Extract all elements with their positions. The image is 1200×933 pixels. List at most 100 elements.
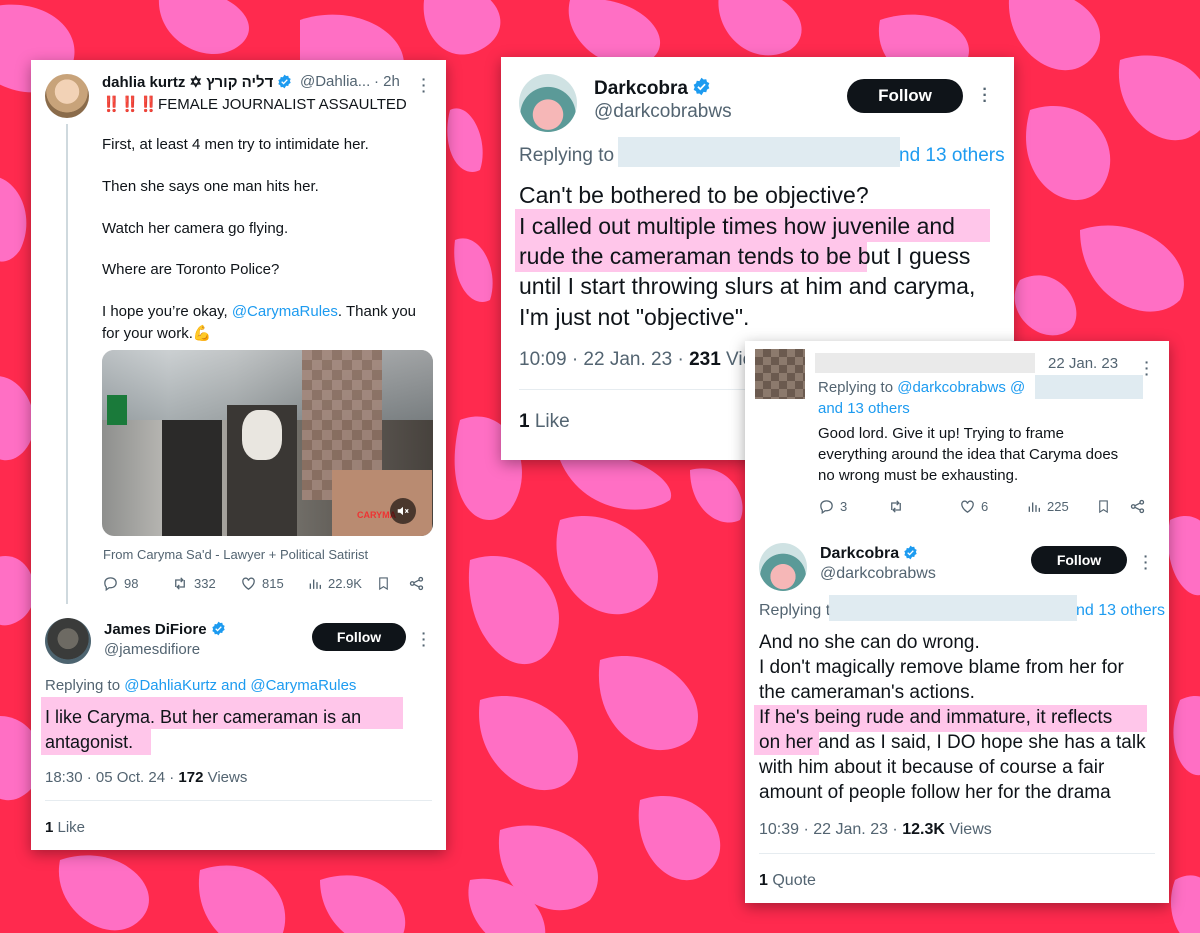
tweet-meta: 10:09 · 22 Jan. 23 · 231 Vie bbox=[519, 349, 754, 370]
analytics-icon bbox=[309, 579, 321, 589]
avatar-redacted[interactable] bbox=[755, 349, 805, 399]
avatar-darkcobra[interactable] bbox=[759, 543, 807, 591]
avatar-darkcobra[interactable] bbox=[519, 74, 577, 132]
more-options-icon[interactable]: · · · bbox=[1142, 355, 1152, 381]
author-name[interactable]: James DiFiore bbox=[104, 621, 226, 640]
replying-to-link[interactable]: nd 13 others bbox=[899, 145, 1005, 167]
reply-button[interactable]: 98 bbox=[102, 575, 138, 592]
replying-to: Replying to @darkcobrabws @ bbox=[818, 379, 1026, 396]
video-source[interactable]: From Caryma Sa'd - Lawyer + Political Sa… bbox=[103, 547, 368, 562]
author-name[interactable]: dahlia kurtz ✡ דליה קורץ bbox=[102, 73, 292, 93]
bookmark-icon bbox=[1099, 500, 1108, 514]
tweet-line: no wrong must be exhausting. bbox=[818, 467, 1019, 484]
thread-line bbox=[66, 124, 68, 604]
more-options-icon[interactable]: · · · bbox=[1141, 549, 1151, 575]
heart-icon bbox=[961, 500, 974, 513]
share-icon bbox=[409, 576, 424, 591]
tweet-line: I called out multiple times how juvenile… bbox=[519, 213, 955, 239]
repost-button[interactable]: 332 bbox=[171, 575, 216, 592]
avatar-dahlia[interactable] bbox=[45, 74, 89, 118]
tweet-line: First, at least 4 men try to intimidate … bbox=[102, 136, 369, 153]
analytics-icon bbox=[1028, 502, 1040, 512]
redacted-users bbox=[618, 137, 900, 167]
author-name[interactable]: Darkcobra bbox=[594, 77, 711, 102]
heart-icon bbox=[242, 577, 255, 590]
replying-to-link[interactable]: and 13 others bbox=[818, 400, 910, 417]
author-handle[interactable]: @Dahlia... bbox=[300, 73, 370, 90]
bookmark-button[interactable] bbox=[1096, 498, 1111, 515]
author-handle[interactable]: @darkcobrabws bbox=[594, 101, 732, 123]
divider bbox=[45, 800, 432, 801]
more-options-icon[interactable]: · · · bbox=[979, 82, 991, 110]
tweet-card-dahlia: dahlia kurtz ✡ דליה קורץ @Dahlia... · 2h… bbox=[31, 60, 446, 850]
likes-count[interactable]: 1 Like bbox=[519, 411, 570, 433]
mention-link[interactable]: @CarymaRules bbox=[232, 303, 338, 320]
tweet-line: amount of people follow her for the dram… bbox=[759, 782, 1111, 803]
divider bbox=[759, 853, 1155, 854]
video-thumbnail[interactable]: CARYMA bbox=[102, 350, 433, 536]
quotes-count[interactable]: 1 Quote bbox=[759, 872, 816, 890]
tweet-line: I'm just not "objective". bbox=[519, 304, 750, 330]
tweet-date[interactable]: 22 Jan. 23 bbox=[1048, 355, 1118, 372]
tweet-card-reply-thread: 22 Jan. 23 · · · Replying to @darkcobrabws… bbox=[745, 341, 1169, 903]
tweet-line: on her and as I said, I DO hope she has … bbox=[759, 732, 1146, 753]
replying-to: Replying t bbox=[759, 602, 831, 619]
more-options-icon[interactable]: · · · bbox=[419, 72, 429, 98]
reply-icon bbox=[820, 500, 833, 515]
bookmark-button[interactable] bbox=[376, 575, 391, 592]
views-button[interactable]: 225 bbox=[1026, 498, 1069, 515]
share-button[interactable] bbox=[408, 575, 425, 592]
tweet-line: for your work.💪 bbox=[102, 325, 212, 342]
verified-badge-icon bbox=[903, 545, 918, 565]
tweet-line: everything around the idea that Caryma d… bbox=[818, 446, 1119, 463]
reply-button[interactable]: 3 bbox=[818, 498, 847, 515]
likes-count[interactable]: 1 Like bbox=[45, 819, 85, 836]
redacted-users bbox=[829, 595, 1077, 621]
mute-icon[interactable] bbox=[390, 498, 416, 524]
tweet-meta: 18:30 · 05 Oct. 24 · 172 Views bbox=[45, 769, 248, 786]
like-button[interactable]: 6 bbox=[959, 498, 988, 515]
tweet-line: And no she can do wrong. bbox=[759, 632, 980, 653]
tweet-line: with him about it because of course a fa… bbox=[759, 757, 1105, 778]
follow-button[interactable]: Follow bbox=[1031, 546, 1127, 574]
tweet-line: Can't be bothered to be objective? bbox=[519, 182, 869, 208]
follow-button[interactable]: Follow bbox=[847, 79, 963, 113]
more-options-icon[interactable]: · · · bbox=[419, 626, 429, 652]
verified-badge-icon bbox=[277, 74, 292, 93]
author-handle[interactable]: @jamesdifiore bbox=[104, 641, 200, 658]
replying-to: Replying to @DahliaKurtz and @CarymaRule… bbox=[45, 677, 357, 694]
bookmark-icon bbox=[379, 577, 388, 591]
replying-to-link[interactable]: @DahliaKurtz and @CarymaRules bbox=[124, 677, 356, 694]
views-button[interactable]: 22.9K bbox=[307, 575, 362, 592]
share-button[interactable] bbox=[1129, 498, 1146, 515]
tweet-line: I like Caryma. But her cameraman is an bbox=[45, 707, 362, 727]
tweet-line: Watch her camera go flying. bbox=[102, 220, 289, 237]
tweet-time[interactable]: · 2h bbox=[374, 73, 400, 90]
reply-icon bbox=[104, 577, 117, 592]
repost-button[interactable] bbox=[887, 498, 905, 515]
repost-icon bbox=[891, 500, 901, 513]
tweet-line: until I start throwing slurs at him and … bbox=[519, 273, 976, 299]
share-icon bbox=[1130, 499, 1145, 514]
tweet-line: the cameraman's actions. bbox=[759, 682, 975, 703]
author-handle[interactable]: @darkcobrabws bbox=[820, 565, 936, 583]
avatar-james[interactable] bbox=[45, 618, 91, 664]
tweet-line: antagonist. bbox=[45, 732, 134, 752]
repost-icon bbox=[175, 577, 185, 590]
replying-to-link[interactable]: nd 13 others bbox=[1076, 602, 1165, 620]
tweet-line: rude the cameraman tends to be but I gue… bbox=[519, 243, 971, 269]
redacted-users bbox=[1035, 375, 1143, 399]
author-name[interactable]: Darkcobra bbox=[820, 545, 918, 565]
verified-badge-icon bbox=[692, 77, 711, 102]
tweet-line: Where are Toronto Police? bbox=[102, 261, 280, 278]
tweet-line: If he's being rude and immature, it refl… bbox=[759, 707, 1113, 728]
tweet-line: Good lord. Give it up! Trying to frame bbox=[818, 425, 1064, 442]
replying-to-link[interactable]: @darkcobrabws @ bbox=[897, 379, 1025, 396]
redacted-name bbox=[815, 353, 1035, 373]
like-button[interactable]: 815 bbox=[240, 575, 284, 592]
follow-button[interactable]: Follow bbox=[312, 623, 406, 651]
tweet-line: ‼️‼️‼️FEMALE JOURNALIST ASSAULTED bbox=[102, 96, 407, 113]
tweet-line: I don't magically remove blame from her … bbox=[759, 657, 1124, 678]
verified-badge-icon bbox=[211, 621, 226, 640]
tweet-line: Then she says one man hits her. bbox=[102, 178, 319, 195]
